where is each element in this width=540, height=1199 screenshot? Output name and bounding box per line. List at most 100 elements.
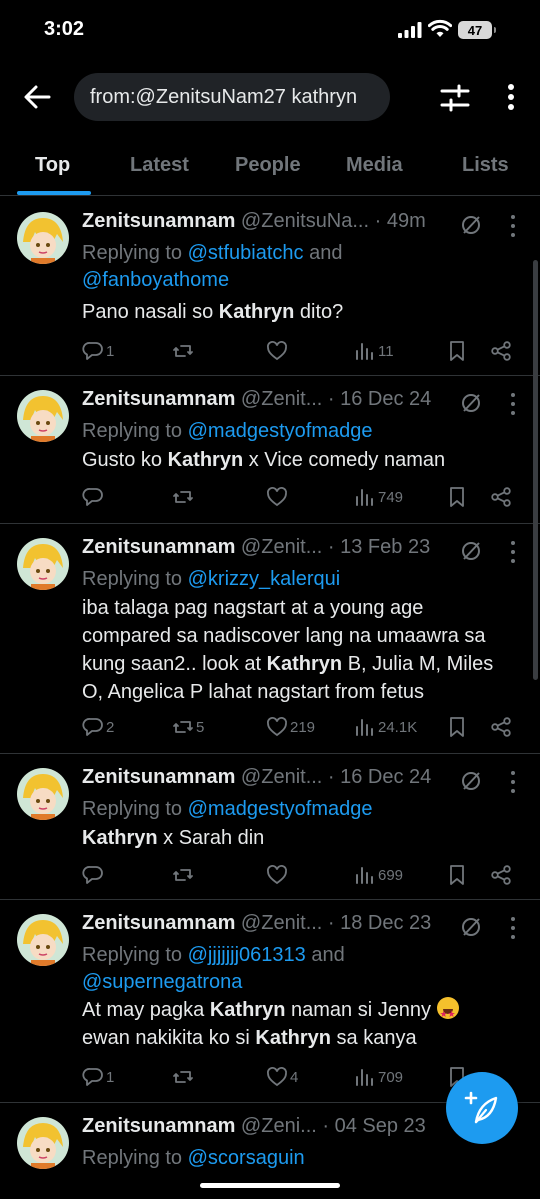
share-button[interactable] <box>490 338 514 364</box>
tweet[interactable]: Zenitsunamnam @Zenit... · 18 Dec 23 Repl… <box>0 900 540 1103</box>
share-icon <box>491 487 511 507</box>
back-arrow-icon[interactable] <box>22 82 52 112</box>
tweet-time: · 16 Dec 24 <box>322 766 432 788</box>
grok-icon[interactable] <box>460 392 482 414</box>
tweet-more-icon[interactable] <box>508 915 518 941</box>
heart-icon <box>267 341 287 361</box>
reply-mention[interactable]: @scorsaguin <box>188 1147 305 1169</box>
tab-top[interactable]: Top <box>35 154 70 177</box>
tab-people[interactable]: People <box>235 154 301 177</box>
reply-button[interactable] <box>82 484 106 510</box>
tweet-meta: Zenitsunamnam @Zenit... · 16 Dec 24 <box>82 766 492 789</box>
retweet-button[interactable] <box>172 484 196 510</box>
avatar[interactable] <box>17 914 69 966</box>
tweet-more-icon[interactable] <box>508 213 518 239</box>
like-button[interactable] <box>266 484 290 510</box>
avatar[interactable] <box>17 538 69 590</box>
cellular-signal-icon <box>398 22 422 38</box>
share-icon <box>491 865 511 885</box>
reply-button[interactable]: 1 <box>82 1064 114 1090</box>
like-button[interactable]: 4 <box>266 1064 298 1090</box>
views-button[interactable]: 699 <box>354 862 403 888</box>
tweet-meta: Zenitsunamnam @Zenit... · 13 Feb 23 <box>82 536 492 559</box>
search-header: from:@ZenitsuNam27 kathryn <box>0 70 540 126</box>
active-tab-indicator <box>17 191 91 195</box>
like-button[interactable]: 219 <box>266 714 315 740</box>
tweet-more-icon[interactable] <box>508 539 518 565</box>
search-tabs: Top Latest People Media Lists <box>0 140 540 196</box>
display-name[interactable]: Zenitsunamnam <box>82 1115 235 1137</box>
retweet-button[interactable] <box>172 862 196 888</box>
grok-icon[interactable] <box>460 770 482 792</box>
tweet[interactable]: Zenitsunamnam @Zenit... · 16 Dec 24 Repl… <box>0 376 540 524</box>
user-handle: @Zenit... <box>240 388 323 410</box>
retweet-button[interactable] <box>172 338 196 364</box>
grok-icon[interactable] <box>460 214 482 236</box>
like-button[interactable] <box>266 338 290 364</box>
share-icon <box>491 341 511 361</box>
tweet-more-icon[interactable] <box>508 769 518 795</box>
views-icon <box>356 489 373 506</box>
tweet-more-icon[interactable] <box>508 391 518 417</box>
reply-mention[interactable]: @krizzy_kalerqui <box>188 568 341 590</box>
reply-button[interactable]: 1 <box>82 338 114 364</box>
display-name[interactable]: Zenitsunamnam <box>82 536 235 558</box>
views-icon <box>356 1069 373 1086</box>
reply-button[interactable] <box>82 862 106 888</box>
scrollbar[interactable] <box>533 260 538 680</box>
bookmark-button[interactable] <box>446 338 470 364</box>
display-name[interactable]: Zenitsunamnam <box>82 388 235 410</box>
reply-mention[interactable]: @jjjjjjj061313 <box>188 944 306 966</box>
reply-mention[interactable]: @stfubiatchc <box>188 242 304 264</box>
display-name[interactable]: Zenitsunamnam <box>82 766 235 788</box>
tweet-text: At may pagka Kathryn naman si Jenny ewan… <box>82 996 502 1052</box>
retweet-icon <box>173 345 193 357</box>
tab-latest[interactable]: Latest <box>130 154 189 177</box>
reply-mention[interactable]: @madgestyofmadge <box>188 420 373 442</box>
share-button[interactable] <box>490 714 514 740</box>
search-input[interactable]: from:@ZenitsuNam27 kathryn <box>74 73 390 121</box>
display-name[interactable]: Zenitsunamnam <box>82 210 235 232</box>
avatar[interactable] <box>17 212 69 264</box>
tab-lists[interactable]: Lists <box>462 154 509 177</box>
tweet-time: · 49m <box>374 210 426 232</box>
tweet-meta: Zenitsunamnam @Zenit... · 16 Dec 24 <box>82 388 492 411</box>
like-button[interactable] <box>266 862 290 888</box>
reply-mention[interactable]: @fanboyathome <box>82 269 229 291</box>
reply-mention[interactable]: @madgestyofmadge <box>188 798 373 820</box>
avatar[interactable] <box>17 390 69 442</box>
views-button[interactable]: 11 <box>354 338 394 364</box>
retweet-button[interactable]: 5 <box>172 714 204 740</box>
display-name[interactable]: Zenitsunamnam <box>82 912 235 934</box>
tweet[interactable]: Zenitsunamnam @ZenitsuNa... · 49m Replyi… <box>0 198 540 376</box>
avatar[interactable] <box>17 768 69 820</box>
views-icon <box>356 343 373 360</box>
tweet[interactable]: Zenitsunamnam @Zenit... · 13 Feb 23 Repl… <box>0 524 540 754</box>
compose-feather-icon <box>464 1091 498 1124</box>
user-handle: @Zeni... <box>240 1115 317 1137</box>
views-button[interactable]: 749 <box>354 484 403 510</box>
bookmark-button[interactable] <box>446 484 470 510</box>
tweet[interactable]: Zenitsunamnam @Zenit... · 16 Dec 24 Repl… <box>0 754 540 900</box>
retweet-button[interactable] <box>172 1064 196 1090</box>
compose-post-button[interactable] <box>446 1072 518 1144</box>
tab-media[interactable]: Media <box>346 154 403 177</box>
replying-to: Replying to @jjjjjjj061313 and @superneg… <box>82 944 345 993</box>
bookmark-button[interactable] <box>446 862 470 888</box>
tweet-meta: Zenitsunamnam @Zenit... · 18 Dec 23 <box>82 912 492 935</box>
replying-to: Replying to @madgestyofmadge <box>82 798 373 820</box>
views-button[interactable]: 709 <box>354 1064 403 1090</box>
bookmark-button[interactable] <box>446 714 470 740</box>
reply-button[interactable]: 2 <box>82 714 114 740</box>
search-filter-icon[interactable] <box>440 83 470 113</box>
avatar[interactable] <box>17 1117 69 1169</box>
more-options-icon[interactable] <box>500 82 522 112</box>
share-button[interactable] <box>490 484 514 510</box>
tweet-time: · 18 Dec 23 <box>322 912 432 934</box>
grok-icon[interactable] <box>460 916 482 938</box>
replying-to: Replying to @stfubiatchc and @fanboyatho… <box>82 242 343 291</box>
reply-mention[interactable]: @supernegatrona <box>82 971 242 993</box>
views-button[interactable]: 24.1K <box>354 714 417 740</box>
grok-icon[interactable] <box>460 540 482 562</box>
share-button[interactable] <box>490 862 514 888</box>
